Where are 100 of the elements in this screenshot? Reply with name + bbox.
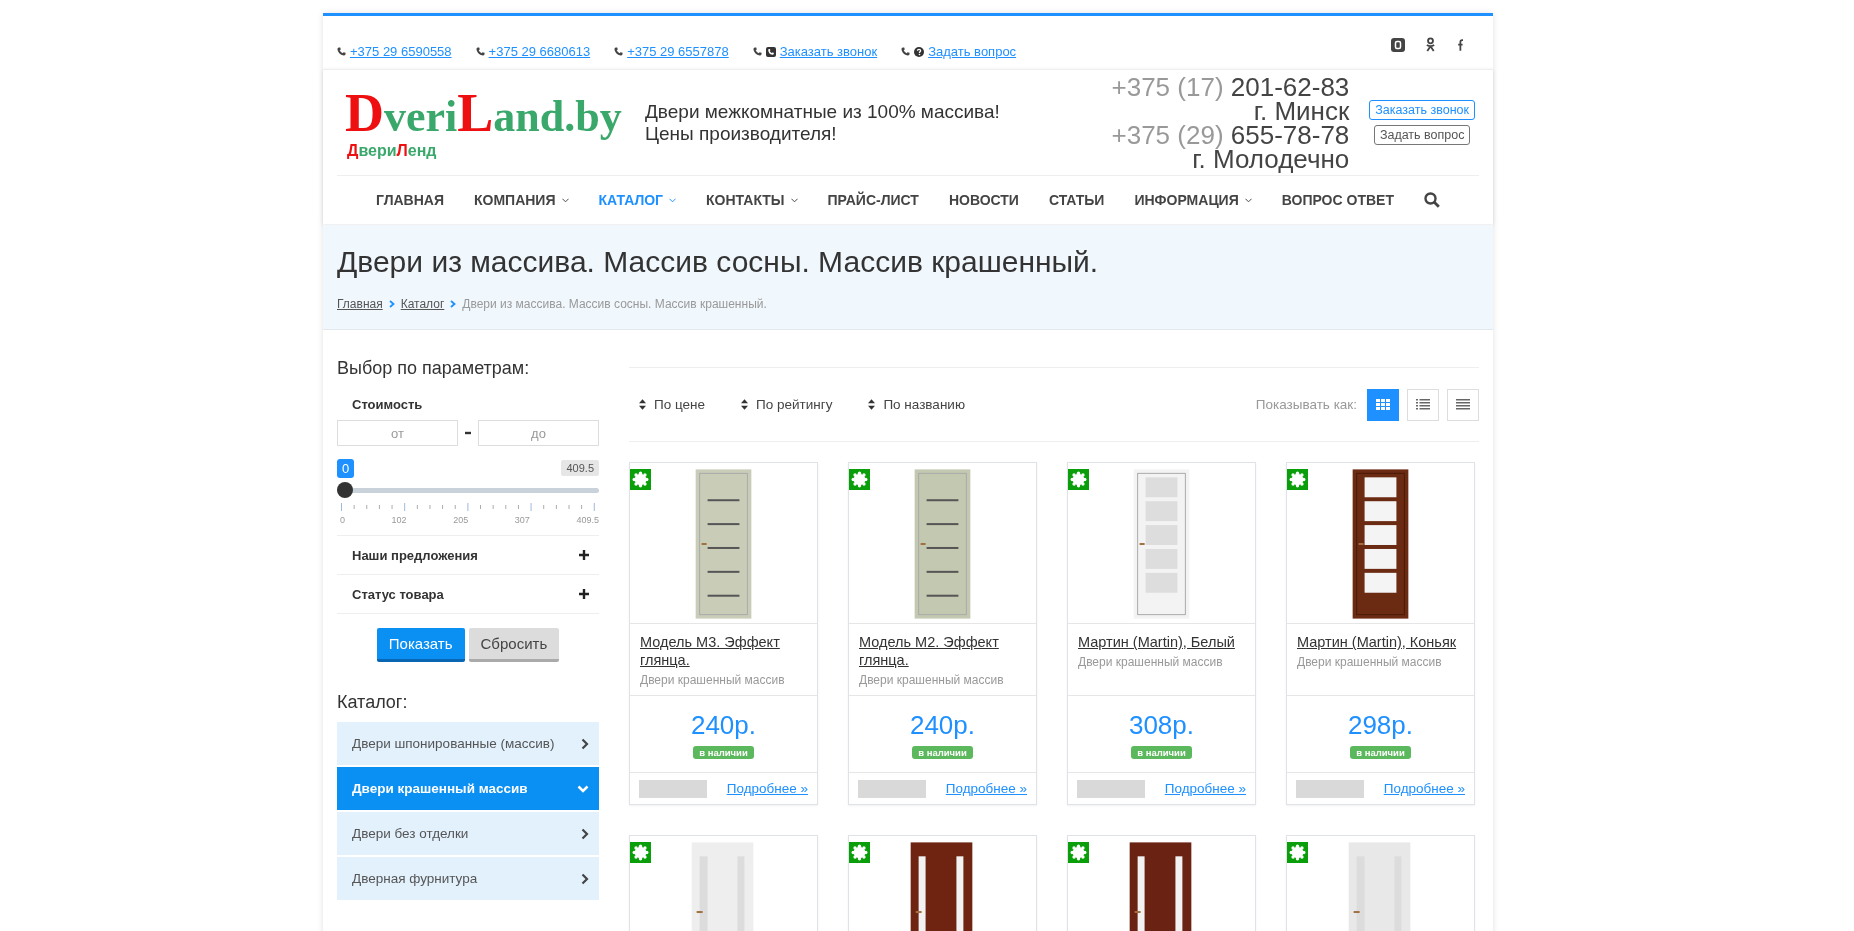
vk-icon[interactable]: [1391, 37, 1405, 52]
facebook-icon[interactable]: [1456, 38, 1463, 51]
chevron-right-icon: [581, 737, 589, 750]
phone-number: +375 (29) 655-78-78: [1111, 122, 1350, 147]
chevron-down-icon: [577, 784, 589, 793]
chevron-right-icon: [581, 827, 589, 840]
filter-section-toggle[interactable]: Статус товара: [337, 575, 599, 614]
grid-icon: [1376, 399, 1390, 410]
product-title-link[interactable]: Мартин (Martin), Коньяк: [1297, 633, 1464, 651]
sort-icon: [741, 399, 748, 410]
product-price: 240р.: [909, 709, 976, 741]
question-circle-icon: [914, 46, 925, 57]
list-icon: [1416, 399, 1430, 410]
filter-heading: Выбор по параметрам:: [337, 358, 531, 379]
page-title: Двери из массива. Массив сосны. Массив крашенный.: [337, 245, 1100, 279]
price-label: Стоимость: [352, 397, 424, 412]
filter-section-label: Статус товара: [352, 586, 444, 602]
view-label: Показывать как:: [1255, 397, 1357, 412]
nav-item[interactable]: ИНФОРМАЦИЯ: [1134, 192, 1252, 208]
list-view-button[interactable]: [1407, 388, 1439, 421]
logo-subtitle: ДвериЛенд: [346, 141, 438, 160]
city-name: г. Минск: [1253, 98, 1350, 123]
slider-handle[interactable]: [337, 482, 353, 498]
catalog-item[interactable]: Двери шпонированные (массив): [337, 722, 599, 765]
new-badge-icon: [630, 469, 651, 490]
new-badge-icon: [849, 842, 870, 863]
nav-item[interactable]: НОВОСТИ: [948, 192, 1019, 208]
tick-label: 0: [340, 515, 345, 525]
sort-link[interactable]: По названию: [868, 397, 965, 412]
price-from-field[interactable]: от: [337, 420, 458, 446]
nav-item[interactable]: КОМПАНИЯ: [474, 192, 569, 208]
rating-placeholder: [1296, 779, 1364, 798]
product-title-link[interactable]: Модель М3. Эффект глянца.: [640, 633, 807, 669]
rating-placeholder: [1077, 779, 1145, 798]
product-category: Двери крашенный массив: [859, 673, 1005, 687]
nav-item[interactable]: ВОПРОС ОТВЕТ: [1281, 192, 1394, 208]
product-category: Двери крашенный массив: [1297, 655, 1443, 669]
catalog-item[interactable]: Двери без отделки: [337, 812, 599, 855]
product-category: Двери крашенный массив: [1078, 655, 1224, 669]
tick-label: 409.5: [576, 515, 599, 525]
chevron-right-icon: [388, 300, 395, 308]
new-badge-icon: [849, 469, 870, 490]
phone-icon: [614, 47, 624, 56]
product-price: 298р.: [1347, 709, 1414, 741]
nav-item[interactable]: ГЛАВНАЯ: [376, 192, 444, 208]
product-price: 240р.: [690, 709, 757, 741]
breadcrumb-link[interactable]: Главная: [337, 297, 383, 311]
nav-item[interactable]: КОНТАКТЫ: [706, 192, 798, 208]
new-badge-icon: [1068, 469, 1089, 490]
dash-icon: [465, 431, 471, 435]
new-badge-icon: [1287, 469, 1308, 490]
stock-badge: в наличии: [693, 745, 754, 759]
phone-square-icon: [765, 46, 776, 57]
stock-badge: в наличии: [1350, 745, 1411, 759]
phone-icon: [337, 47, 346, 56]
filter-section-label: Наши предложения: [352, 547, 478, 563]
table-view-button[interactable]: [1447, 388, 1479, 421]
phone-icon: [901, 47, 911, 56]
tick-label: 307: [514, 515, 530, 525]
phone-icon: [752, 47, 762, 56]
nav-item[interactable]: ПРАЙС-ЛИСТ: [827, 192, 919, 208]
lines-icon: [1456, 399, 1470, 410]
price-to-field[interactable]: до: [478, 420, 599, 446]
catalog-heading: Каталог:: [337, 692, 409, 713]
product-title-link[interactable]: Модель М2. Эффект глянца.: [859, 633, 1026, 669]
chevron-right-icon: [450, 300, 457, 308]
grid-view-button[interactable]: [1367, 388, 1399, 421]
filter-section-toggle[interactable]: Наши предложения: [337, 536, 599, 575]
nav-item[interactable]: СТАТЬИ: [1048, 192, 1105, 208]
rating-placeholder: [858, 779, 926, 798]
stock-badge: в наличии: [1131, 745, 1192, 759]
breadcrumb-link[interactable]: Каталог: [400, 297, 445, 311]
product-category: Двери крашенный массив: [640, 673, 786, 687]
catalog-item[interactable]: Дверная фурнитура: [337, 857, 599, 900]
tagline: Двери межкомнатные из 100% массива!: [645, 100, 1001, 123]
new-badge-icon: [630, 842, 651, 863]
breadcrumb-current: Двери из массива. Массив сосны. Массив крашенный.: [462, 297, 767, 311]
sort-icon: [868, 399, 876, 410]
stock-badge: в наличии: [912, 745, 973, 759]
search-icon[interactable]: [1423, 192, 1440, 208]
sort-link[interactable]: По цене: [639, 397, 705, 412]
phone-icon: [475, 47, 485, 56]
tick-label: 205: [453, 515, 469, 525]
chevron-right-icon: [581, 872, 589, 885]
max-value-badge: 409.5: [561, 460, 599, 476]
reset-button[interactable]: Сбросить: [468, 628, 560, 662]
min-value-badge: 0: [337, 458, 355, 478]
question-button[interactable]: Задать вопрос: [1373, 125, 1471, 145]
tick-label: 102: [391, 515, 407, 525]
ok-icon[interactable]: [1425, 37, 1436, 52]
logo-wordmark[interactable]: DveriLand.by: [345, 85, 622, 144]
tagline: Цены производителя!: [645, 122, 838, 145]
new-badge-icon: [1287, 842, 1308, 863]
new-badge-icon: [1068, 842, 1089, 863]
product-title-link[interactable]: Мартин (Martin), Белый: [1078, 633, 1245, 651]
sort-link[interactable]: По рейтингу: [741, 397, 833, 412]
rating-placeholder: [639, 779, 707, 798]
product-price: 308р.: [1128, 709, 1195, 741]
sort-icon: [639, 399, 646, 410]
phone-number: +375 (17) 201-62-83: [1111, 74, 1350, 99]
